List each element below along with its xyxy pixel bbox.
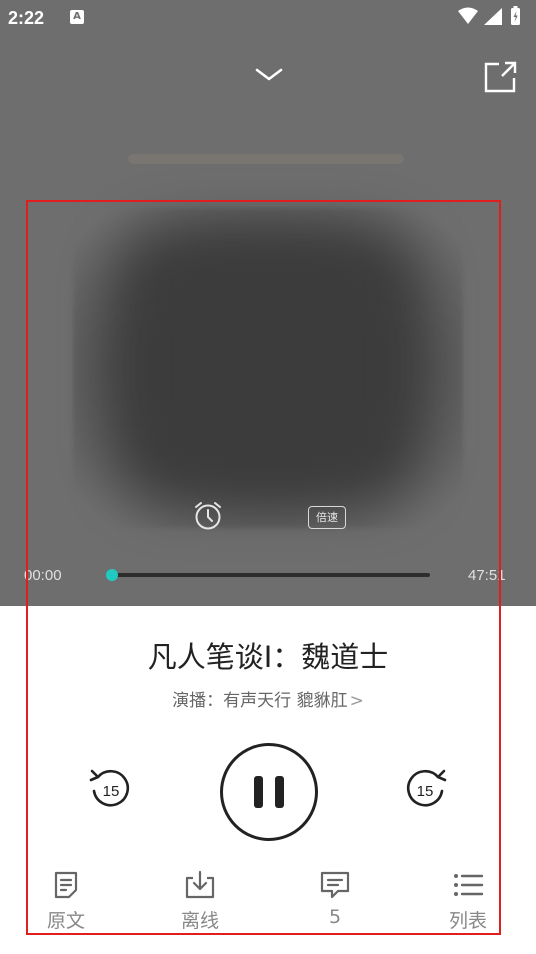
pause-button[interactable]	[220, 743, 318, 841]
status-time: 2:22	[8, 8, 45, 28]
rewind-15-button[interactable]: 15	[86, 765, 134, 817]
progress-thumb[interactable]	[106, 569, 118, 581]
battery-icon	[511, 6, 520, 25]
signal-icon	[484, 8, 502, 25]
playlist-label: 列表	[448, 910, 487, 932]
forward-15-button[interactable]: 15	[402, 765, 450, 817]
share-icon[interactable]	[482, 60, 518, 98]
sleep-timer-button[interactable]	[193, 500, 223, 536]
rewind-icon: 15	[89, 769, 130, 807]
blurred-title-bar	[128, 154, 404, 164]
track-title: 凡人笔谈I：魏道士	[147, 640, 389, 674]
wifi-icon	[458, 7, 478, 24]
chevron-right-icon: >	[349, 691, 364, 711]
original-text-button[interactable]: 原文	[26, 870, 106, 933]
offline-download-button[interactable]: 离线	[160, 870, 240, 933]
total-time: 47:51	[468, 567, 506, 584]
progress-slider[interactable]	[106, 569, 430, 581]
pause-icon	[275, 776, 284, 808]
collapse-player-icon[interactable]	[254, 66, 284, 88]
forward-seconds: 15	[417, 783, 434, 800]
playlist-button[interactable]: 列表	[428, 870, 508, 933]
current-time: 00:00	[24, 567, 62, 584]
comment-icon	[320, 871, 350, 899]
forward-icon: 15	[406, 769, 447, 807]
status-icons	[456, 6, 526, 32]
player-artwork-area: 2:22 A 倍速 00:00 47:51	[0, 0, 536, 606]
download-icon	[185, 870, 215, 899]
playback-speed-button[interactable]: 倍速	[308, 506, 346, 529]
status-bar: 2:22 A	[0, 0, 536, 36]
album-cover	[118, 230, 418, 500]
document-icon	[54, 871, 78, 899]
comments-count: 5	[328, 906, 342, 928]
pause-icon	[254, 776, 263, 808]
comments-button[interactable]: 5	[295, 870, 375, 928]
narrator-link[interactable]: 演播：有声天行 貔貅肛 >	[0, 686, 536, 711]
bottom-toolbar: 原文 离线 5 列表	[0, 870, 536, 940]
list-icon	[454, 874, 484, 896]
offline-label: 离线	[180, 910, 219, 932]
original-text-label: 原文	[46, 910, 85, 932]
rewind-seconds: 15	[103, 783, 120, 800]
alarm-clock-icon	[195, 502, 221, 530]
notification-icon: A	[70, 10, 84, 24]
narrator-text: 演播：有声天行 貔貅肛	[172, 691, 348, 711]
